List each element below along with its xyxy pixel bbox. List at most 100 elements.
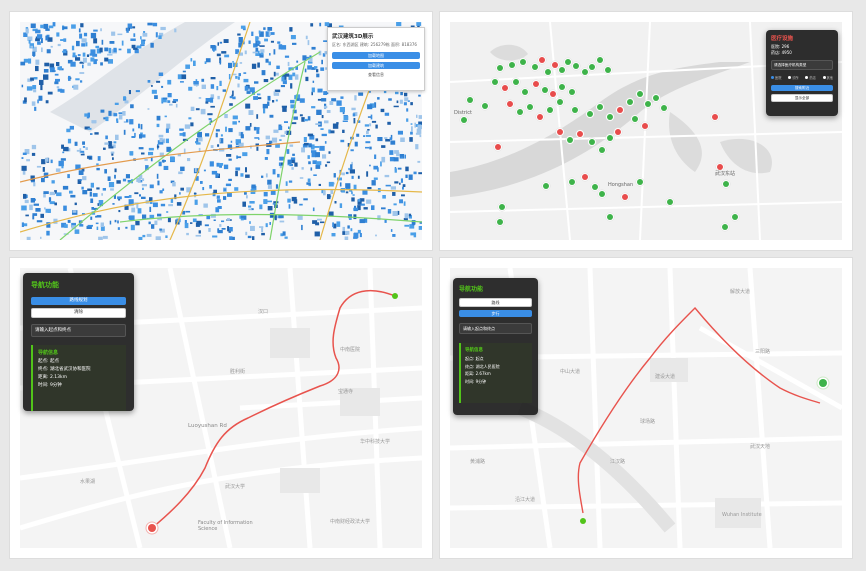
building-block [206,215,211,220]
building-block [33,89,37,93]
building-block [342,172,345,176]
building-block [108,110,112,116]
building-block [101,193,103,196]
building-block [228,178,232,181]
building-block [278,44,283,50]
building-block [140,124,143,130]
nav2-route-button[interactable]: 路线 [459,298,532,307]
building-block [345,171,349,175]
building-block [384,112,390,116]
building-block [324,141,327,144]
clinic-marker [597,57,603,63]
building-block [42,167,45,172]
clinic-marker [637,179,643,185]
building-block [313,174,317,176]
building-block [115,134,119,140]
building-block [285,181,288,186]
clinic-marker [513,79,519,85]
building-block [116,118,119,122]
load-buildings-button[interactable]: 加载建筑 [332,62,420,69]
building-block [287,198,291,203]
nav1-plan-button[interactable]: 路线规划 [31,297,126,305]
building-block [47,209,51,213]
building-block [289,144,294,147]
building-block [142,187,144,190]
building-block [284,121,288,123]
nav2-walk-button[interactable]: 步行 [459,310,532,317]
building-block [331,98,337,102]
facility-type-select[interactable]: 请选择医疗机构类型 [771,60,833,70]
building-block [204,224,209,227]
building-block [397,167,402,170]
building-block [303,198,308,201]
building-block [240,173,244,177]
building-block [359,219,365,224]
building-block [205,98,211,102]
hospital-marker [617,107,623,113]
building-block [305,76,309,82]
legend-pharmacy[interactable]: 药店 [805,75,816,80]
building-block [406,108,409,112]
building-block [217,206,222,209]
building-block [363,135,365,137]
building-block [317,88,323,93]
building-block [284,130,287,134]
nav1-route-input[interactable]: 请输入起点和终点 [31,324,126,337]
legend-hospital[interactable]: 医院 [771,75,781,80]
clinic-marker [461,117,467,123]
building-block [268,61,271,66]
building-block [366,171,369,177]
nav2-label-5: 沿江大道 [515,497,536,503]
building-block [31,101,36,106]
building-block [32,51,36,56]
building-block [227,226,229,232]
building-block [163,97,168,100]
building-block [182,132,186,137]
building-block [292,153,295,156]
building-block [312,80,315,83]
building-block [384,174,390,178]
show-all-button[interactable]: 显示全部 [771,94,833,102]
route-path [577,306,821,514]
building-block [30,198,35,203]
building-block [141,152,145,155]
building-block [89,156,92,159]
building-block [62,50,66,53]
search-nearby-button[interactable]: 搜索附近 [771,85,833,91]
building-block [396,22,402,27]
building-block [60,158,66,161]
building-block [82,52,86,57]
building-block [43,23,49,29]
building-block [46,230,50,236]
legend-other[interactable]: 其他 [822,75,833,80]
building-block [240,134,244,139]
building-block [96,226,99,230]
building-block [238,73,241,77]
building-block [111,31,116,36]
map-label-station: 武汉东站 [715,171,736,177]
building-block [236,156,242,159]
nav2-route-input[interactable]: 请输入起点和终点 [459,323,532,334]
building-block [33,182,36,187]
building-block [73,84,79,90]
hospital-marker [582,174,588,180]
building-block [312,207,315,212]
building-block [371,120,377,123]
legend-clinic[interactable]: 诊所 [788,75,799,80]
load-map-button[interactable]: 加载地图 [332,52,420,59]
building-block [62,185,69,190]
building-block [408,213,412,217]
building-block [100,62,103,66]
view-info-link[interactable]: 查看信息 [328,72,424,78]
nav1-clear-button[interactable]: 清除 [31,308,126,318]
building-block [330,189,334,195]
building-block [222,89,226,92]
building-block [154,220,158,225]
building-block [44,157,49,162]
building-block [259,204,263,210]
hospital-marker [533,81,539,87]
building-block [358,92,364,96]
building-block [94,132,99,135]
building-block [188,117,192,120]
nav2-label-6: 武汉天地 [750,444,771,450]
